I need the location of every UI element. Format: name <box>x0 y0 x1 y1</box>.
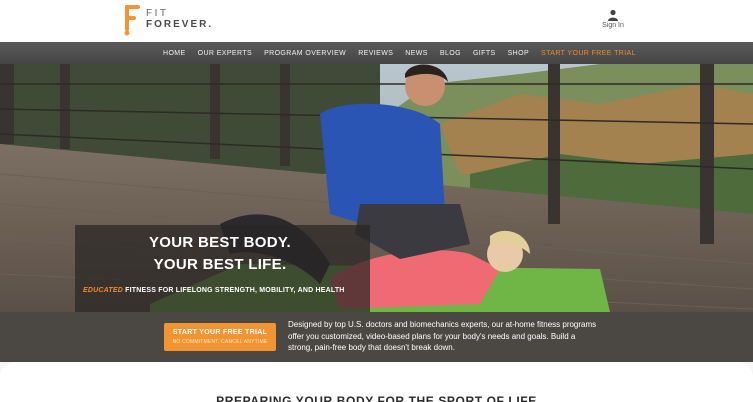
nav-item-gifts[interactable]: GIFTS <box>473 50 496 57</box>
nav-item-our-experts[interactable]: OUR EXPERTS <box>198 50 252 57</box>
hero-sub-rest: FITNESS FOR LIFELONG STRENGTH, MOBILITY,… <box>122 287 345 294</box>
hero-caption-panel: YOUR BEST BODY. YOUR BEST LIFE. EDUCATED… <box>75 225 370 312</box>
start-free-trial-button[interactable]: START YOUR FREE TRIAL NO COMMITMENT. CAN… <box>164 323 276 351</box>
nav-item-free-trial[interactable]: START YOUR FREE TRIAL <box>541 50 636 57</box>
nav-item-home[interactable]: HOME <box>163 50 186 57</box>
logo-mark-icon <box>124 5 140 36</box>
hero-banner: YOUR BEST BODY. YOUR BEST LIFE. EDUCATED… <box>0 64 753 312</box>
sign-in-link[interactable]: Sign In <box>598 9 628 33</box>
hero-sub-accent: EDUCATED <box>83 287 123 294</box>
promo-strip: START YOUR FREE TRIAL NO COMMITMENT. CAN… <box>0 312 753 362</box>
nav-item-blog[interactable]: BLOG <box>440 50 461 57</box>
brand-logo[interactable]: FIT FOREVER. <box>124 4 224 36</box>
nav-item-reviews[interactable]: REVIEWS <box>358 50 393 57</box>
hero-headline-line2: YOUR BEST LIFE. <box>153 256 287 273</box>
hero-subheadline: EDUCATED FITNESS FOR LIFELONG STRENGTH, … <box>83 287 345 294</box>
section-card: PREPARING YOUR BODY FOR THE SPORT OF LIF… <box>0 362 753 402</box>
hero-headline-line1: YOUR BEST BODY. <box>148 234 292 251</box>
brand-name-line1: FIT <box>146 8 169 19</box>
nav-item-program-overview[interactable]: PROGRAM OVERVIEW <box>264 50 346 57</box>
promo-description: Designed by top U.S. doctors and biomech… <box>288 320 597 352</box>
page: FIT FOREVER. Sign In HOME OUR EXPERTS PR… <box>0 0 753 402</box>
site-header: FIT FOREVER. Sign In <box>0 0 753 42</box>
nav-item-shop[interactable]: SHOP <box>508 50 529 57</box>
brand-name: FIT FOREVER. <box>146 8 213 30</box>
content-section: PREPARING YOUR BODY FOR THE SPORT OF LIF… <box>0 362 753 402</box>
sign-in-label: Sign In <box>602 22 624 29</box>
main-nav: HOME OUR EXPERTS PROGRAM OVERVIEW REVIEW… <box>0 42 753 64</box>
user-icon <box>608 9 618 21</box>
cta-label: START YOUR FREE TRIAL <box>172 329 268 336</box>
nav-item-news[interactable]: NEWS <box>405 50 428 57</box>
brand-name-line2: FOREVER. <box>146 19 214 30</box>
cta-sublabel: NO COMMITMENT. CANCEL ANYTIME <box>172 339 268 345</box>
section-title: PREPARING YOUR BODY FOR THE SPORT OF LIF… <box>216 394 537 402</box>
